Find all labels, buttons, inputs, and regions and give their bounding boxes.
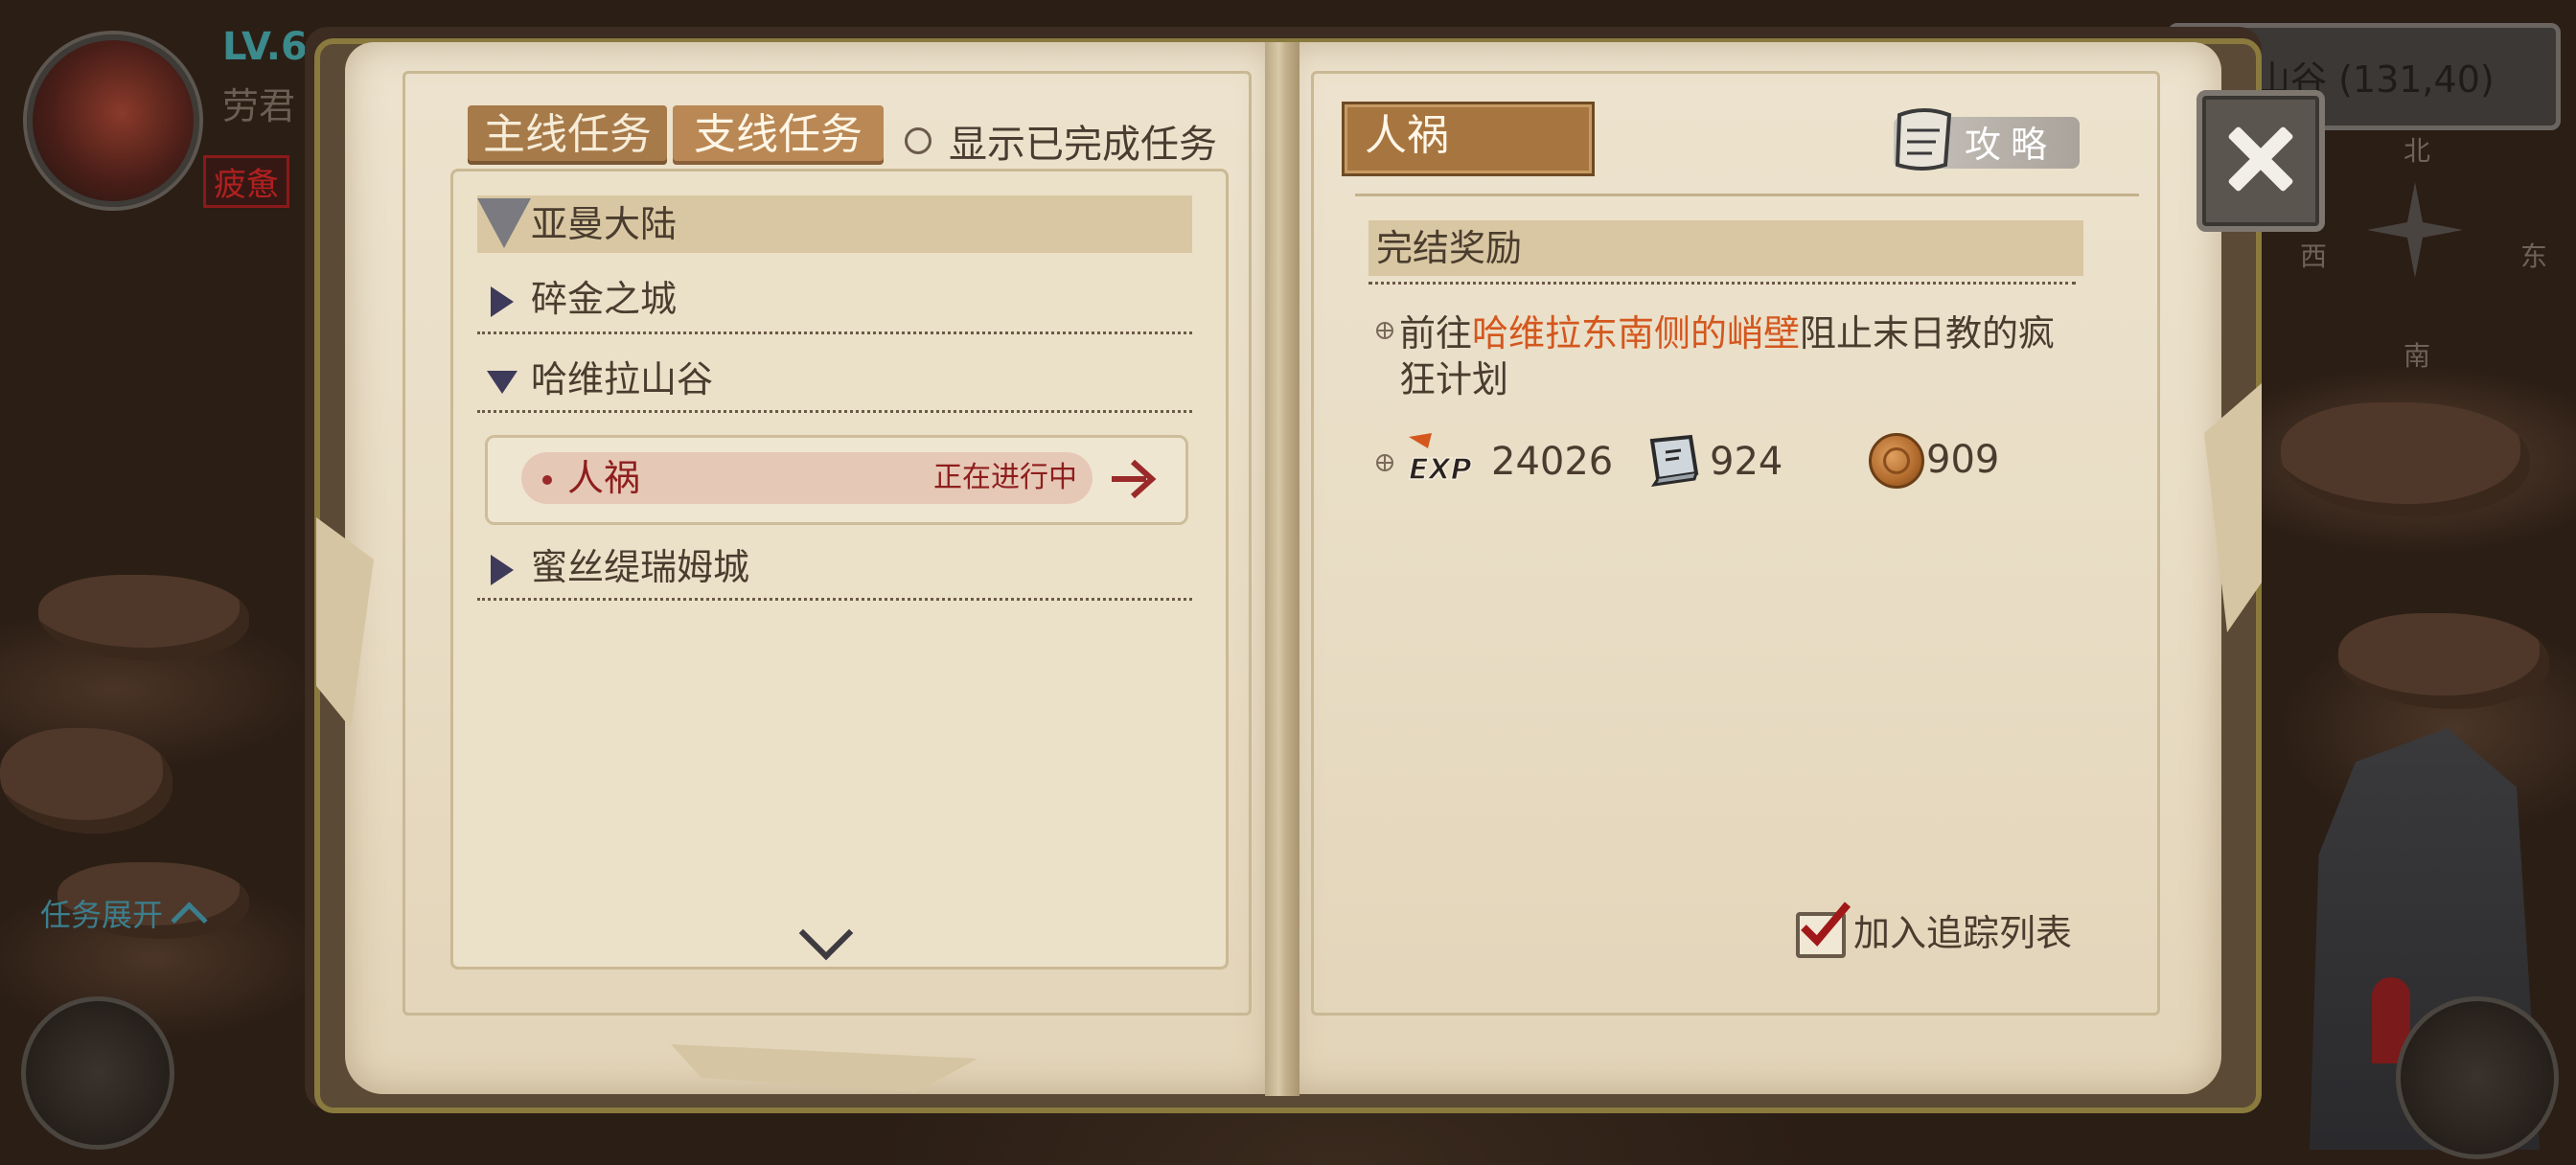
tab-main-quests[interactable]: 主线任务 bbox=[468, 105, 667, 165]
reward-coin-value: 909 bbox=[1926, 438, 2000, 482]
region-row-suijin[interactable]: 碎金之城 bbox=[477, 270, 1192, 328]
task-expand-button[interactable]: 任务展开 bbox=[40, 891, 208, 939]
desc-location-link: 哈维拉东南侧的峭壁 bbox=[1472, 312, 1801, 354]
compass-star-icon bbox=[2367, 182, 2463, 278]
track-label[interactable]: 加入追踪列表 bbox=[1853, 906, 2072, 960]
exp-icon: EXP bbox=[1408, 433, 1472, 488]
list-divider bbox=[477, 598, 1192, 601]
quest-dot-icon bbox=[542, 475, 552, 485]
track-checkbox[interactable] bbox=[1796, 902, 1852, 958]
scroll-icon bbox=[1895, 108, 1952, 171]
reward-exp-value: 24026 bbox=[1491, 440, 1614, 484]
region-label: 碎金之城 bbox=[531, 278, 678, 320]
status-badge: 疲惫 bbox=[203, 155, 289, 208]
region-row-misitirum[interactable]: 蜜丝缇瑞姆城 bbox=[477, 538, 1192, 596]
compass: 北 南 西 东 bbox=[2300, 135, 2547, 372]
checkbox-icon bbox=[1801, 902, 1852, 947]
player-avatar[interactable] bbox=[27, 34, 199, 207]
book-icon bbox=[1649, 434, 1699, 487]
show-completed-label: 显示已完成任务 bbox=[949, 123, 1217, 167]
quest-title: 人祸 bbox=[1365, 111, 1449, 160]
svg-text:EXP: EXP bbox=[1409, 453, 1472, 487]
region-label: 亚曼大陆 bbox=[531, 203, 678, 245]
collapsed-triangle-icon bbox=[491, 286, 514, 317]
desc-text: 前往 bbox=[1399, 312, 1473, 354]
task-expand-label: 任务展开 bbox=[40, 897, 164, 933]
region-label: 哈维拉山谷 bbox=[531, 358, 714, 400]
house-menu-button[interactable] bbox=[2396, 996, 2559, 1159]
expanded-triangle-icon bbox=[487, 370, 518, 394]
bullet-icon bbox=[1376, 322, 1393, 339]
compass-west: 西 bbox=[2300, 240, 2328, 272]
coin-icon bbox=[1869, 433, 1924, 489]
list-divider bbox=[477, 331, 1192, 334]
reward-header-rule bbox=[1368, 282, 2076, 285]
bullet-icon bbox=[1376, 454, 1393, 471]
collapsed-triangle-icon bbox=[491, 554, 514, 585]
expand-triangle-icon bbox=[477, 197, 531, 248]
player-level: LV.6 bbox=[222, 25, 308, 69]
tab-side-quests[interactable]: 支线任务 bbox=[673, 105, 884, 165]
right-page-frame bbox=[1311, 71, 2160, 1016]
show-completed-toggle[interactable]: 显示已完成任务 bbox=[905, 113, 1217, 169]
player-name: 劳君 bbox=[222, 85, 296, 127]
compass-south: 南 bbox=[2404, 340, 2431, 372]
bottom-left-menu-button[interactable] bbox=[21, 996, 174, 1150]
region-row-havila[interactable]: 哈维拉山谷 bbox=[477, 351, 1192, 408]
reward-header: 完结奖励 bbox=[1368, 220, 2083, 276]
region-row-yaman[interactable]: 亚曼大陆 bbox=[477, 195, 1192, 253]
guide-label: 攻略 bbox=[1965, 124, 2058, 166]
quest-name: 人祸 bbox=[567, 457, 641, 499]
quest-description: 前往哈维拉东南侧的峭壁阻止末日教的疯狂计划 bbox=[1399, 310, 2070, 402]
radio-icon[interactable] bbox=[905, 127, 932, 154]
close-icon[interactable] bbox=[2196, 90, 2325, 232]
region-label: 蜜丝缇瑞姆城 bbox=[531, 546, 750, 588]
arrow-right-icon[interactable] bbox=[1108, 454, 1160, 504]
list-divider bbox=[477, 410, 1192, 413]
quest-status: 正在进行中 bbox=[933, 461, 1077, 494]
book-spine bbox=[1265, 42, 1300, 1096]
title-rule bbox=[1355, 194, 2139, 196]
chevron-up-icon bbox=[171, 902, 208, 939]
compass-north: 北 bbox=[2404, 135, 2431, 167]
reward-book-value: 924 bbox=[1710, 440, 1783, 484]
compass-east: 东 bbox=[2520, 240, 2548, 272]
